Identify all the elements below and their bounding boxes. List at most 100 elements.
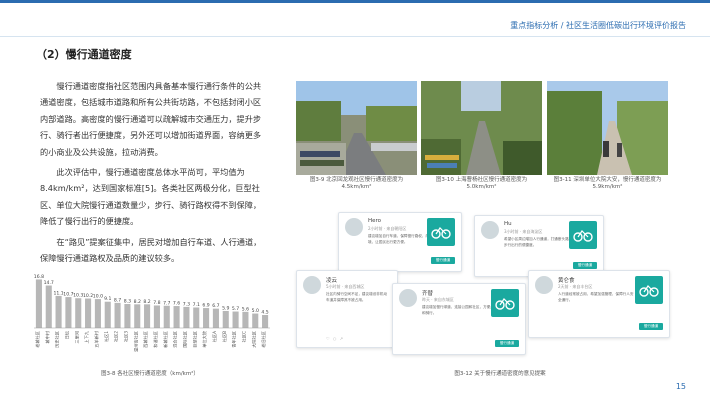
chart-bar: [222, 310, 229, 328]
comment-time: 2小时前 · 来自朝阳区: [368, 226, 407, 231]
chart-category-label: 社区A: [211, 331, 218, 342]
chart-category-label: 老城社区: [34, 331, 41, 348]
comment-text: 建议增加慢行绿道，连接公园和社区，方便步行和骑行。: [422, 305, 498, 315]
comments-caption: 图3-12 关于慢行通道密度的意见提案: [454, 371, 546, 377]
chart-category-label: 社区2: [113, 331, 120, 342]
comment-user: 凌云: [326, 278, 338, 284]
chart-category-label: 日坛: [63, 331, 70, 339]
chart-category-label: 社区3: [122, 331, 129, 342]
comment-user: Hero: [368, 218, 382, 224]
chart-value-label: 6.9: [202, 303, 209, 309]
chart-bar: [55, 295, 62, 328]
bike-logo-icon: [491, 289, 519, 317]
chart-bar: [104, 301, 111, 328]
comment-card-2[interactable]: Hu 3小时前 · 来自海淀区 希望小区周边增加人行通道，打通断头路，提升步行出…: [474, 215, 604, 277]
chart-bar: [75, 298, 82, 328]
avatar: [399, 289, 417, 307]
chart-value-label: 5.0: [252, 308, 259, 314]
chart-bar: [163, 305, 170, 328]
comment-text: 社区内骑行空间不足，建议增设非机动车道并保障其不被占用。: [326, 292, 388, 302]
chart-caption: 图3-8 各社区慢行通道密度（km/km²）: [101, 371, 199, 377]
chart-category-label: 三里河: [73, 330, 79, 343]
photo-shanghai-street: [421, 81, 542, 175]
bike-logo-icon: [635, 276, 663, 304]
chart-category-label: 上下九: [83, 330, 90, 343]
avatar: [303, 276, 321, 294]
chart-category-label: 大院社区: [250, 331, 257, 348]
chart-category-label: 五羊新村: [93, 330, 100, 348]
comment-time: 2天前 · 来自丰台区: [558, 284, 593, 289]
avatar: [535, 276, 553, 294]
comment-card-1[interactable]: Hero 2小时前 · 来自朝阳区 建议增加自行车道，保障慢行路权，改善通行环境…: [338, 212, 462, 272]
chart-category-label: 单位大院: [201, 330, 208, 348]
comment-text: 人行道经常被占用，希望加强管理，保障行人安全通行。: [558, 292, 634, 302]
density-bar-chart: 16.8 14.7 11.1 10.7 10.3 10.2 10.0 9.1 8.7 8.3 8.2…: [30, 268, 274, 364]
chart-value-label: 5.7: [232, 306, 239, 312]
comment-time: 5小时前 · 来自西城区: [326, 284, 365, 289]
comment-card-4[interactable]: 齐替 昨天 · 来自东城区 建议增加慢行绿道，连接公园和社区，方便步行和骑行。 …: [392, 283, 526, 355]
comment-user: Hu: [504, 221, 512, 227]
chart-bar: [212, 308, 219, 328]
chart-category-label: 城中村: [44, 330, 51, 343]
chart-value-label: 10.3: [73, 293, 83, 299]
chart-bar: [242, 311, 249, 328]
chart-value-label: 6.7: [212, 303, 219, 309]
chart-value-label: 7.8: [153, 300, 160, 306]
chart-value-label: 7.3: [183, 301, 190, 307]
paragraph-3: 在“路见”提案征集中，居民对增加自行车道、人行通道，保障慢行通道路权及品质的建议…: [40, 236, 262, 264]
section-title: （2）慢行通道密度: [36, 48, 132, 61]
tag-button[interactable]: 慢行通道: [495, 340, 519, 347]
photo2-caption: 图3-10 上海曹杨社区慢行通道密度为5.0km/km²: [435, 177, 528, 190]
chart-bar: [153, 305, 160, 328]
comment-card-3[interactable]: 凌云 5小时前 · 来自西城区 社区内骑行空间不足，建议增设非机动车道并保障其不…: [296, 270, 398, 348]
chart-category-label: 青年社区: [231, 331, 238, 348]
chart-bar: [183, 306, 190, 328]
chart-value-label: 4.5: [261, 310, 268, 316]
header-divider: [0, 36, 710, 37]
chart-value-label: 8.2: [143, 299, 150, 305]
bike-logo-icon: [427, 218, 455, 246]
tag-button[interactable]: 慢行通道: [639, 323, 663, 330]
chart-value-label: 10.7: [63, 292, 73, 298]
chart-value-label: 16.8: [34, 274, 44, 280]
chart-value-label: 7.6: [173, 301, 180, 307]
chart-bar: [144, 304, 151, 328]
comment-time: 昨天 · 来自东城区: [422, 297, 454, 302]
chart-value-label: 5.9: [222, 305, 229, 311]
chart-category-label: 温州街社区: [132, 331, 139, 352]
chart-bar: [114, 302, 121, 328]
chart-bar: [232, 311, 239, 328]
chart-value-label: 7.7: [163, 300, 170, 306]
chart-bar: [262, 315, 269, 328]
chart-value-label: 5.6: [242, 306, 249, 312]
chart-category-label: 西城社区: [142, 331, 149, 348]
tag-button[interactable]: 慢行通道: [573, 262, 597, 269]
comment-user: 齐替: [422, 291, 434, 297]
avatar: [481, 221, 499, 239]
chart-bar: [203, 308, 210, 328]
chart-category-label: 巨型社区: [191, 331, 198, 348]
avatar: [345, 218, 363, 236]
chart-category-label: 新城社区: [162, 331, 169, 348]
chart-bar: [134, 304, 141, 328]
tag-button[interactable]: 慢行通道: [431, 257, 455, 264]
page-number: 15: [675, 382, 686, 391]
comment-card-5[interactable]: 黄仑食 2天前 · 来自丰台区 人行道经常被占用，希望加强管理，保障行人安全通行…: [528, 270, 670, 338]
chart-category-label: 历史社区: [54, 331, 61, 348]
chart-bar: [65, 297, 72, 328]
chart-category-label: 和谐社区: [152, 331, 159, 348]
chart-bar: [252, 313, 259, 328]
paragraph-2: 此次评估中，慢行通道密度总体水平尚可，平均值为8.4km/km²，达到国家标准[…: [40, 167, 262, 227]
chart-category-label: 社区1: [103, 331, 110, 342]
chart-bar: [94, 299, 101, 328]
chart-category-label: 国际社区: [181, 331, 188, 348]
photo3-caption: 图3-11 深圳单位大院大安，慢行通道密度为5.9km/km²: [553, 177, 662, 190]
chart-category-label: 社区C: [240, 331, 247, 342]
bike-logo-icon: [569, 221, 597, 249]
chart-bar: [45, 285, 52, 328]
chart-category-label: 混合社区: [172, 331, 179, 348]
chart-bar: [193, 307, 200, 328]
chart-value-label: 8.7: [114, 297, 121, 303]
photo-beijing-street: [296, 81, 417, 175]
chart-value-label: 10.0: [93, 294, 103, 300]
